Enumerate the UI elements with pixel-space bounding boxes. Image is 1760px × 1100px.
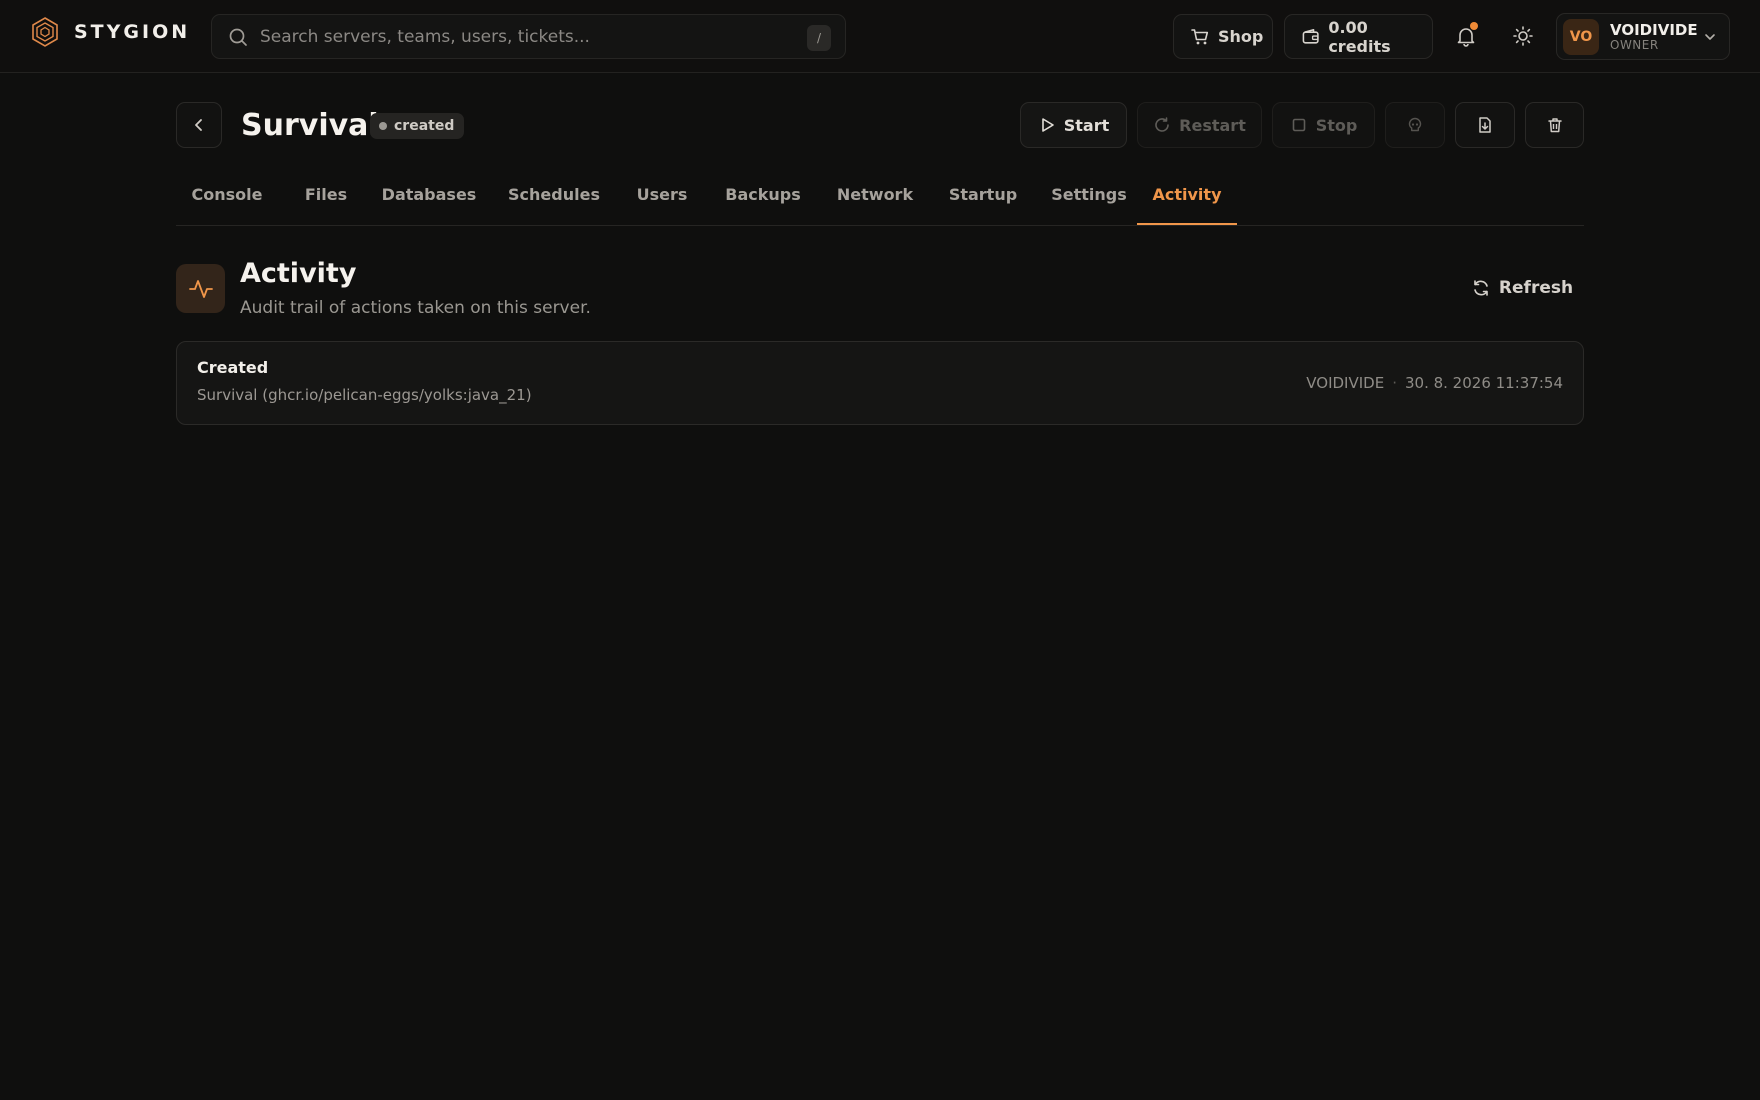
shop-label: Shop xyxy=(1218,27,1264,46)
refresh-button[interactable]: Refresh xyxy=(1460,268,1584,308)
user-menu-button[interactable]: VO VOIDIVIDE OWNER xyxy=(1556,13,1730,60)
play-icon xyxy=(1041,118,1054,132)
shop-button[interactable]: Shop xyxy=(1173,14,1273,59)
activity-separator: · xyxy=(1392,374,1397,392)
activity-event-meta: VOIDIVIDE · 30. 8. 2026 11:37:54 xyxy=(1306,374,1563,392)
activity-event-title: Created xyxy=(197,358,269,377)
restart-label: Restart xyxy=(1179,115,1246,135)
sun-icon xyxy=(1513,26,1533,46)
activity-timestamp: 30. 8. 2026 11:37:54 xyxy=(1404,374,1563,392)
tab-activity[interactable]: Activity xyxy=(1137,176,1237,225)
skull-icon xyxy=(1408,117,1422,132)
credits-button[interactable]: 0.00 credits xyxy=(1284,14,1433,59)
activity-list-item: Created Survival (ghcr.io/pelican-eggs/y… xyxy=(176,341,1584,425)
start-button[interactable]: Start xyxy=(1020,102,1127,148)
avatar: VO xyxy=(1563,18,1599,55)
notifications-button[interactable] xyxy=(1448,18,1484,54)
status-badge: created xyxy=(370,113,465,139)
credits-label: 0.00 credits xyxy=(1328,17,1391,56)
tab-databases[interactable]: Databases xyxy=(372,176,486,225)
tab-network[interactable]: Network xyxy=(824,176,926,225)
back-button[interactable] xyxy=(176,102,222,148)
activity-section-icon xyxy=(176,264,225,313)
tab-startup[interactable]: Startup xyxy=(936,176,1030,225)
page-title: Survival xyxy=(241,108,379,143)
stop-label: Stop xyxy=(1315,115,1358,135)
refresh-label: Refresh xyxy=(1498,278,1574,298)
hexagon-logo-icon xyxy=(32,17,58,47)
kill-button[interactable] xyxy=(1385,102,1445,148)
search-placeholder: Search servers, teams, users, tickets... xyxy=(260,26,590,47)
search-input[interactable]: Search servers, teams, users, tickets...… xyxy=(211,14,846,59)
top-bar: STYGION Search servers, teams, users, ti… xyxy=(0,0,1760,73)
tab-schedules[interactable]: Schedules xyxy=(496,176,612,225)
tab-files[interactable]: Files xyxy=(290,176,362,225)
status-label: created xyxy=(394,118,455,134)
activity-actor: VOIDIVIDE xyxy=(1306,374,1385,392)
start-label: Start xyxy=(1063,115,1110,135)
stop-button[interactable]: Stop xyxy=(1272,102,1375,148)
server-tabs: Console Files Databases Schedules Users … xyxy=(176,176,1584,226)
refresh-icon xyxy=(1474,280,1488,296)
cart-icon xyxy=(1191,28,1209,44)
brand-logo[interactable]: STYGION xyxy=(30,16,190,48)
search-icon xyxy=(229,28,247,46)
chevron-down-icon xyxy=(1705,34,1715,40)
search-shortcut-key: / xyxy=(807,25,831,51)
brand-name: STYGION xyxy=(74,21,191,43)
file-download-icon xyxy=(1479,117,1491,133)
restart-icon xyxy=(1155,117,1169,132)
stop-icon xyxy=(1292,118,1305,132)
tab-settings[interactable]: Settings xyxy=(1040,176,1138,225)
tab-users[interactable]: Users xyxy=(622,176,702,225)
chevron-left-icon xyxy=(195,119,202,131)
theme-toggle-button[interactable] xyxy=(1505,18,1541,54)
activity-pulse-icon xyxy=(188,279,213,298)
user-role: OWNER xyxy=(1610,37,1659,52)
trash-icon xyxy=(1547,118,1562,133)
tab-console[interactable]: Console xyxy=(176,176,278,225)
activity-event-description: Survival (ghcr.io/pelican-eggs/yolks:jav… xyxy=(197,386,532,404)
tab-backups[interactable]: Backups xyxy=(712,176,814,225)
download-button[interactable] xyxy=(1455,102,1515,148)
section-subtitle: Audit trail of actions taken on this ser… xyxy=(240,298,591,318)
notification-dot xyxy=(1470,22,1478,30)
delete-button[interactable] xyxy=(1525,102,1584,148)
status-dot xyxy=(379,122,387,130)
section-title: Activity xyxy=(240,258,357,289)
wallet-icon xyxy=(1302,28,1319,44)
restart-button[interactable]: Restart xyxy=(1137,102,1262,148)
user-name: VOIDIVIDE xyxy=(1610,20,1698,39)
